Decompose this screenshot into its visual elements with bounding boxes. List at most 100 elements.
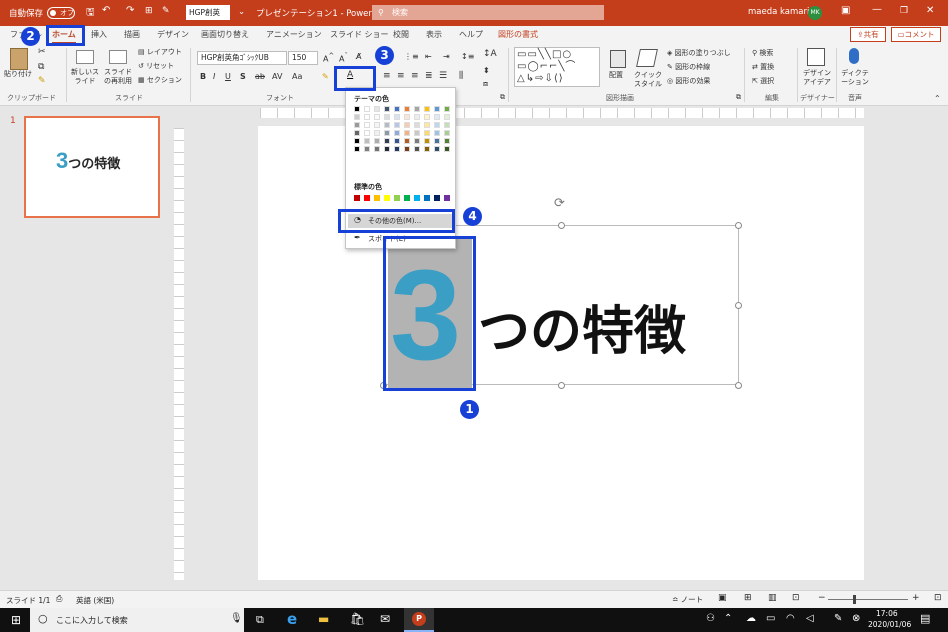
theme-color-swatch[interactable] [384,146,390,152]
select-button[interactable]: ⇱ 選択 [752,77,774,86]
quick-access-icon[interactable]: ⊞ [145,6,153,16]
ribbon-display-icon[interactable]: ▣ [841,5,850,16]
reset-button[interactable]: ↺ リセット [138,62,174,71]
paste-button[interactable]: 貼り付け [4,70,32,79]
clock-date[interactable]: 2020/01/06 [868,620,911,629]
bold-icon[interactable]: B [200,72,206,81]
store-icon[interactable]: 🛍 [350,612,365,626]
theme-color-swatch[interactable] [424,122,430,128]
microphone-icon[interactable] [849,48,859,64]
theme-color-swatch[interactable] [424,130,430,136]
theme-color-swatch[interactable] [364,106,370,112]
theme-color-swatch[interactable] [394,106,400,112]
standard-color-swatch[interactable] [384,195,390,201]
slide-text[interactable]: つの特徴 [478,302,686,362]
user-name[interactable]: maeda kamari [748,7,809,17]
standard-color-swatch[interactable] [434,195,440,201]
theme-color-swatch[interactable] [424,146,430,152]
edge-icon[interactable]: e [287,610,297,628]
standard-color-swatch[interactable] [414,195,420,201]
format-painter-icon[interactable]: ✎ [162,6,170,16]
shrink-font-icon[interactable]: Aˇ [339,52,348,64]
zoom-thumb[interactable] [853,595,856,604]
standard-color-swatch[interactable] [404,195,410,201]
close-circle-icon[interactable]: ⊗ [852,613,860,624]
theme-color-swatch[interactable] [404,146,410,152]
shape-effects-button[interactable]: ◎ 図形の効果 [667,77,710,86]
language-indicator[interactable]: 英語 (米国) [76,595,114,606]
theme-color-swatch[interactable] [404,138,410,144]
format-painter-icon[interactable]: ✎ [38,77,46,86]
tab-slideshow[interactable]: スライド ショー [330,29,389,40]
arrange-icon[interactable] [610,50,626,68]
theme-color-swatch[interactable] [424,114,430,120]
standard-color-swatch[interactable] [424,195,430,201]
file-explorer-icon[interactable]: ▬ [318,612,329,626]
design-ideas-button[interactable]: デザインアイデア [800,69,834,87]
cut-icon[interactable]: ✂ [38,48,46,57]
find-button[interactable]: ⚲ 検索 [752,49,773,58]
taskbar-search-input[interactable]: ○ ここに入力して検索 🎙 [30,608,244,632]
theme-color-swatch[interactable] [414,138,420,144]
standard-color-swatch[interactable] [444,195,450,201]
resize-handle[interactable] [735,222,742,229]
columns-icon[interactable]: ⫼ [459,72,463,81]
chevron-up-icon[interactable]: ⌃ [724,613,732,624]
powerpoint-taskbar-button[interactable]: P [404,608,434,632]
theme-color-swatch[interactable] [404,130,410,136]
theme-color-swatch[interactable] [444,138,450,144]
theme-color-swatch[interactable] [374,138,380,144]
theme-color-swatch[interactable] [394,122,400,128]
font-dialog-launcher-icon[interactable]: ⧉ [500,93,505,102]
theme-color-swatch[interactable] [354,106,360,112]
theme-color-swatch[interactable] [364,122,370,128]
pen-icon[interactable]: ✎ [834,613,842,624]
minimize-icon[interactable]: — [872,4,882,15]
smartart-icon[interactable]: ⧈ [483,79,488,88]
collapse-ribbon-icon[interactable]: ⌃ [934,94,941,103]
theme-color-swatch[interactable] [354,146,360,152]
theme-color-swatch[interactable] [424,138,430,144]
rotate-handle-icon[interactable]: ⟳ [554,196,565,211]
theme-color-swatch[interactable] [444,130,450,136]
theme-color-swatch[interactable] [374,130,380,136]
undo-icon[interactable]: ↶ [102,5,110,16]
reuse-slides-button[interactable]: スライドの再利用 [102,68,134,86]
theme-color-swatch[interactable] [374,122,380,128]
theme-color-swatch[interactable] [434,130,440,136]
numbering-icon[interactable]: ⋮≡ [404,52,419,61]
theme-color-swatch[interactable] [414,146,420,152]
resize-handle[interactable] [558,382,565,389]
theme-color-swatch[interactable] [384,130,390,136]
replace-button[interactable]: ⇄ 置換 [752,63,774,72]
theme-color-swatch[interactable] [394,114,400,120]
theme-color-swatch[interactable] [434,114,440,120]
tab-insert[interactable]: 挿入 [91,29,107,40]
theme-color-swatch[interactable] [384,106,390,112]
resize-handle[interactable] [558,222,565,229]
tab-shape-format[interactable]: 図形の書式 [498,29,538,40]
clock-time[interactable]: 17:06 [876,609,898,618]
standard-color-swatch[interactable] [364,195,370,201]
theme-color-swatch[interactable] [364,114,370,120]
tab-transitions[interactable]: 画面切り替え [201,29,249,40]
theme-color-swatch[interactable] [434,138,440,144]
theme-color-swatch[interactable] [414,122,420,128]
share-button[interactable]: ⇪共有 [850,27,886,42]
theme-color-swatch[interactable] [354,122,360,128]
normal-view-icon[interactable]: ▣ [718,593,727,603]
layout-button[interactable]: ▤ レイアウト [138,48,182,57]
shadow-icon[interactable]: S [240,72,246,81]
theme-color-swatch[interactable] [434,122,440,128]
theme-color-swatch[interactable] [384,122,390,128]
theme-color-swatch[interactable] [424,106,430,112]
char-spacing-icon[interactable]: AV [272,72,282,81]
tab-review[interactable]: 校閲 [393,29,409,40]
theme-color-swatch[interactable] [404,122,410,128]
shape-outline-button[interactable]: ✎ 図形の枠線 [667,63,710,72]
tab-help[interactable]: ヘルプ [459,29,483,40]
redo-icon[interactable]: ↷ [126,5,134,16]
people-icon[interactable]: ⚇ [706,613,715,624]
task-view-icon[interactable]: ⧉ [256,613,264,627]
theme-color-swatch[interactable] [414,106,420,112]
